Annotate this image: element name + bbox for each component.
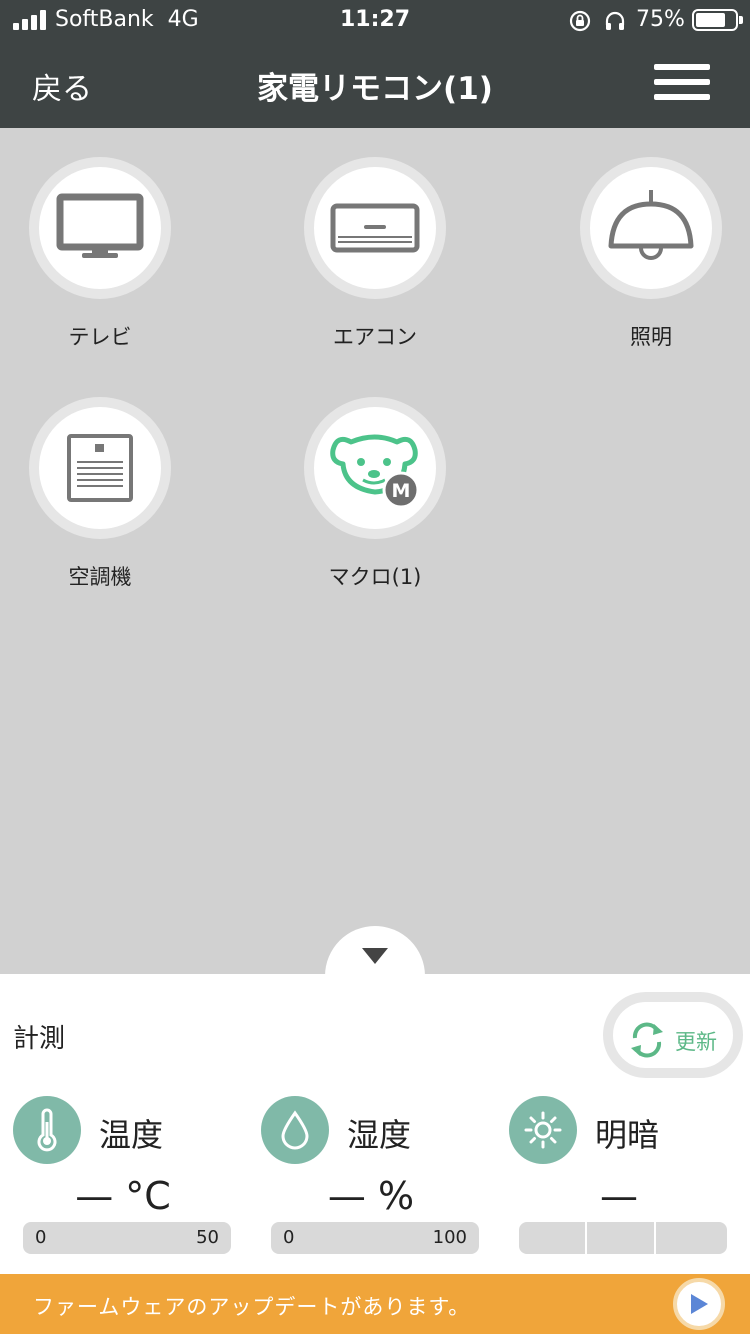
device-air-purifier-button[interactable] bbox=[29, 397, 171, 539]
sensor-label: 明暗 bbox=[595, 1116, 660, 1154]
sun-icon bbox=[509, 1096, 577, 1164]
device-air-purifier[interactable]: 空調機 bbox=[10, 397, 190, 591]
rotation-lock-icon bbox=[569, 10, 591, 32]
play-button[interactable] bbox=[673, 1278, 725, 1330]
device-tv-button[interactable] bbox=[29, 157, 171, 299]
device-macro[interactable]: M マクロ(1) bbox=[285, 397, 465, 591]
device-air-conditioner-button[interactable] bbox=[304, 157, 446, 299]
refresh-button[interactable]: 更新 bbox=[603, 992, 743, 1078]
scale-min: 0 bbox=[35, 1227, 47, 1248]
temperature-scale: 0 50 bbox=[23, 1222, 231, 1254]
refresh-icon bbox=[631, 1022, 663, 1058]
firmware-update-banner[interactable]: ファームウェアのアップデートがあります。 bbox=[0, 1274, 750, 1334]
sensor-label: 温度 bbox=[99, 1116, 164, 1154]
measurement-title: 計測 bbox=[13, 1024, 66, 1054]
sensor-value: — bbox=[600, 1174, 638, 1218]
scale-divider bbox=[585, 1222, 587, 1254]
device-label: マクロ(1) bbox=[328, 565, 422, 589]
refresh-label: 更新 bbox=[675, 1030, 717, 1054]
scale-min: 0 bbox=[283, 1227, 295, 1248]
device-light-button[interactable] bbox=[580, 157, 722, 299]
scale-max: 100 bbox=[432, 1227, 467, 1248]
device-tv[interactable]: テレビ bbox=[10, 157, 190, 351]
svg-text:M: M bbox=[392, 480, 411, 502]
play-icon bbox=[691, 1294, 708, 1314]
page-title: 家電リモコン(1) bbox=[257, 71, 493, 107]
measurement-panel: 計測 更新 温度 — °C 0 50 湿度 — % 0 100 明暗 — bbox=[0, 974, 750, 1274]
device-macro-button[interactable]: M bbox=[304, 397, 446, 539]
sensor-value: — % bbox=[327, 1174, 415, 1218]
device-label: 照明 bbox=[630, 325, 672, 349]
humidity-scale: 0 100 bbox=[271, 1222, 479, 1254]
battery-percent: 75% bbox=[636, 7, 685, 32]
sensor-label: 湿度 bbox=[347, 1116, 412, 1154]
top-bar: SoftBank 4G 11:27 75% 戻る 家電リモコン(1) bbox=[0, 0, 750, 128]
air-conditioner-icon bbox=[330, 203, 420, 253]
sensor-value: — °C bbox=[75, 1174, 171, 1218]
headphones-icon bbox=[605, 11, 625, 30]
battery-icon bbox=[692, 9, 743, 31]
ceiling-light-icon bbox=[608, 190, 694, 260]
hamburger-menu-icon[interactable] bbox=[654, 64, 710, 104]
scale-divider bbox=[654, 1222, 656, 1254]
tv-icon bbox=[56, 193, 144, 258]
scale-max: 50 bbox=[196, 1227, 219, 1248]
macro-dog-icon: M bbox=[330, 434, 420, 508]
device-label: テレビ bbox=[68, 325, 132, 349]
device-label: 空調機 bbox=[68, 565, 132, 589]
device-air-conditioner[interactable]: エアコン bbox=[285, 157, 465, 351]
water-drop-icon bbox=[261, 1096, 329, 1164]
banner-text: ファームウェアのアップデートがあります。 bbox=[33, 1295, 471, 1319]
device-label: エアコン bbox=[333, 325, 417, 349]
triangle-down-icon bbox=[362, 948, 388, 964]
thermometer-icon bbox=[13, 1096, 81, 1164]
air-purifier-icon bbox=[67, 434, 133, 502]
status-bar: SoftBank 4G 11:27 75% bbox=[0, 0, 750, 42]
device-light[interactable]: 照明 bbox=[561, 157, 741, 351]
brightness-scale bbox=[519, 1222, 727, 1254]
